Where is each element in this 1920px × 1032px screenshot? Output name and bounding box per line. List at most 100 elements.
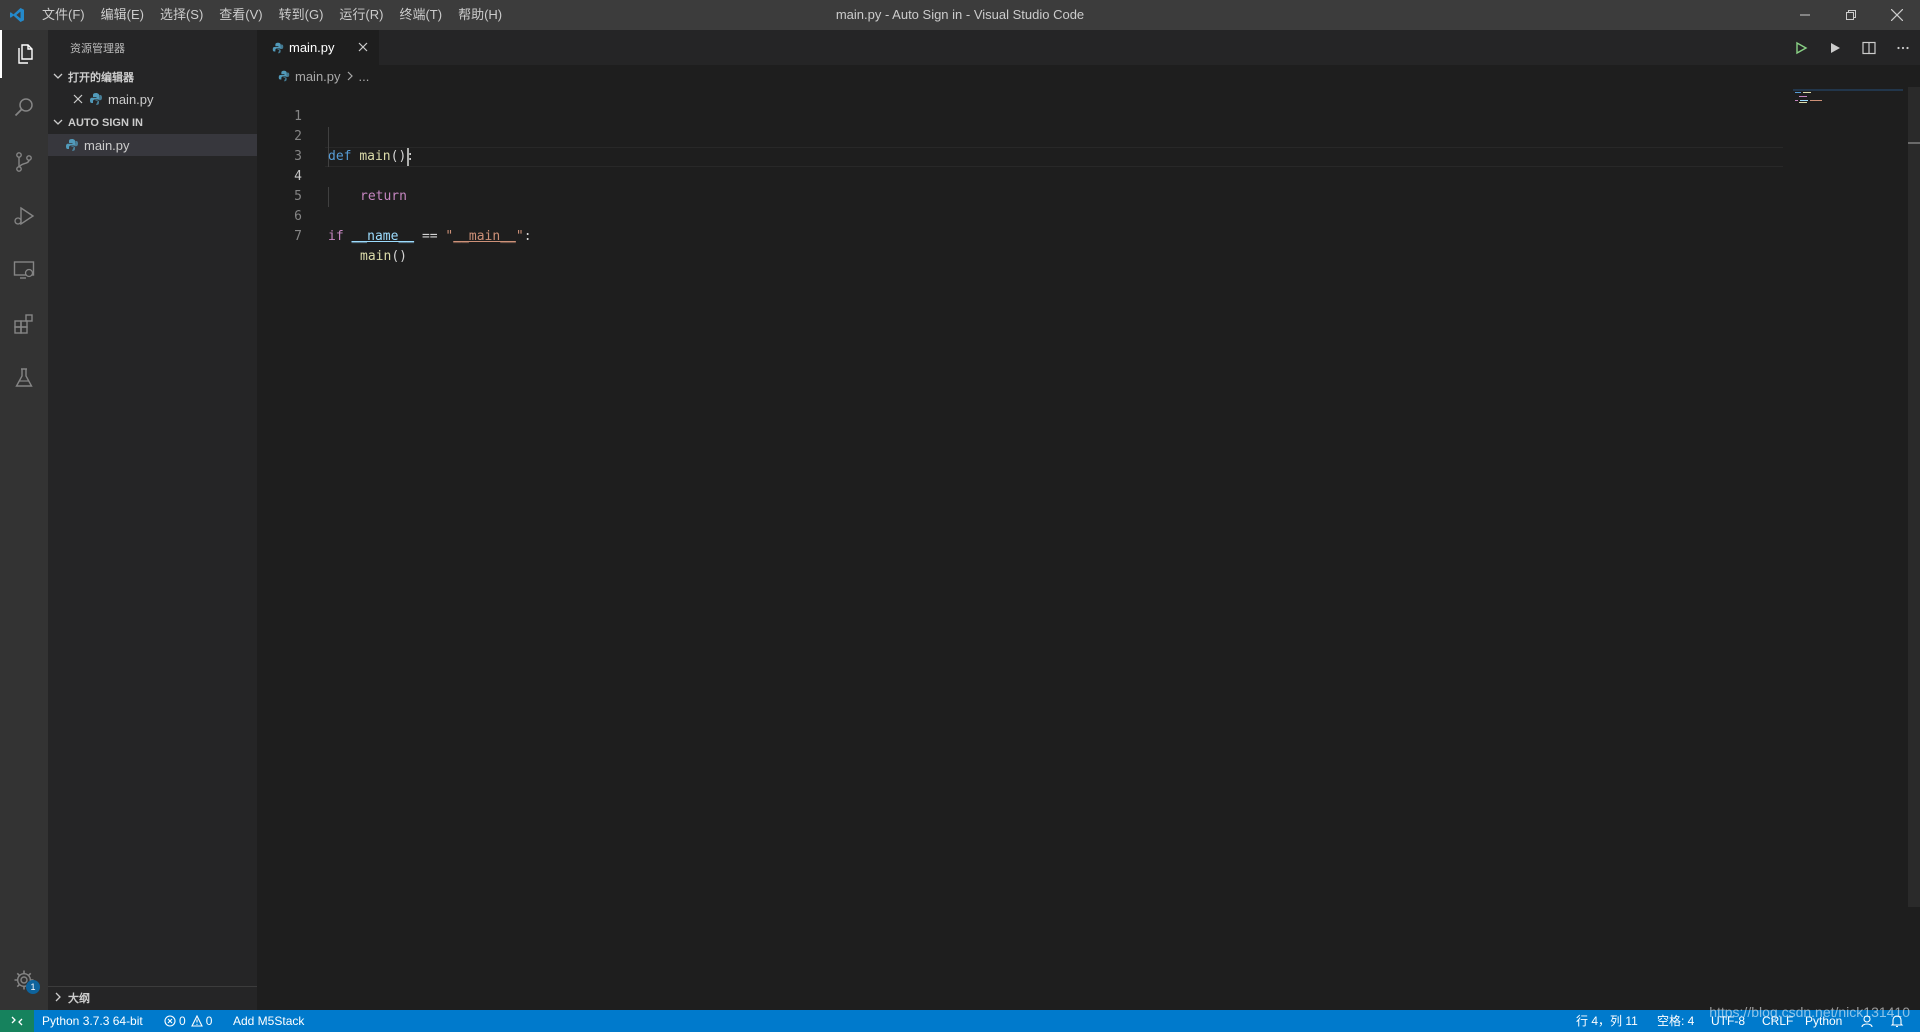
- run-icon: [1796, 41, 1808, 54]
- operator-token: ==: [421, 229, 438, 244]
- tab-label: main.py: [289, 40, 335, 55]
- settings-gear-icon[interactable]: 1: [0, 956, 48, 1004]
- variable-token: __name__: [351, 229, 415, 244]
- function-token: main: [360, 249, 392, 264]
- breadcrumb-file[interactable]: main.py: [295, 69, 341, 84]
- sidebar-title: 资源管理器: [70, 43, 125, 55]
- warning-count: 0: [205, 1014, 213, 1028]
- outline-header[interactable]: 大纲: [48, 986, 257, 1009]
- punctuation-token: (): [391, 249, 407, 264]
- keyword-token: if: [328, 229, 344, 244]
- code-line: 3: [257, 127, 1787, 164]
- split-editor-icon: [1862, 41, 1876, 54]
- vertical-scrollbar[interactable]: [1908, 87, 1920, 907]
- menu-file[interactable]: 文件(F): [34, 0, 93, 30]
- code-line: 5: [257, 167, 1787, 204]
- python-file-icon: [278, 70, 290, 82]
- tab-main-py[interactable]: main.py: [257, 30, 379, 65]
- folder-header[interactable]: AUTO SIGN IN: [48, 112, 257, 134]
- python-file-icon: [272, 42, 284, 53]
- explorer-icon[interactable]: [0, 30, 48, 78]
- remote-indicator-button[interactable]: [0, 1010, 34, 1032]
- folder-label: AUTO SIGN IN: [68, 117, 143, 129]
- remote-explorer-icon[interactable]: [0, 246, 48, 294]
- code-editor[interactable]: 1 2 def main(): 3 4 return 5 6 if __name…: [257, 87, 1920, 1010]
- menu-terminal[interactable]: 终端(T): [391, 0, 450, 30]
- run-code-button[interactable]: [1818, 30, 1852, 65]
- code-text: if __name__ == "__main__":: [328, 227, 532, 247]
- punctuation-token: :: [523, 229, 532, 244]
- breadcrumb: main.py ...: [257, 65, 1920, 87]
- menu-view[interactable]: 查看(V): [211, 0, 270, 30]
- chevron-right-icon: [347, 71, 353, 81]
- source-control-icon[interactable]: [0, 138, 48, 186]
- menu-run[interactable]: 运行(R): [331, 0, 391, 30]
- python-interpreter[interactable]: Python 3.7.3 64-bit: [42, 1010, 143, 1032]
- minimize-icon: [1800, 14, 1810, 16]
- activity-bar: 1: [0, 30, 48, 1010]
- code-line: 2 def main():: [257, 107, 1787, 164]
- code-line: 7 main(): [257, 207, 1787, 264]
- remote-icon: [11, 1016, 23, 1026]
- problems-indicator[interactable]: 0 0: [164, 1010, 212, 1032]
- string-quote-token: ": [515, 229, 524, 244]
- close-icon: [1891, 9, 1903, 21]
- play-icon: [1831, 42, 1840, 53]
- code-line: 4 return: [257, 147, 1787, 204]
- warning-icon: [190, 1015, 203, 1027]
- tab-close-icon[interactable]: [355, 39, 371, 55]
- vscode-logo-icon: [0, 0, 34, 30]
- outline-label: 大纲: [68, 993, 90, 1005]
- search-icon[interactable]: [0, 84, 48, 132]
- explorer-sidebar: 资源管理器 打开的编辑器 main.py AUTO SIGN IN main.p…: [48, 30, 257, 1010]
- overview-ruler-cursor: [1908, 142, 1920, 144]
- chevron-down-icon: [48, 117, 68, 130]
- split-editor-button[interactable]: [1852, 30, 1886, 65]
- menu-help[interactable]: 帮助(H): [450, 0, 510, 30]
- restore-button[interactable]: [1828, 0, 1874, 30]
- indentation[interactable]: 空格: 4: [1657, 1010, 1694, 1032]
- close-editor-icon[interactable]: [70, 94, 86, 104]
- code-text: main(): [360, 247, 407, 267]
- restore-icon: [1846, 10, 1856, 20]
- cursor-position[interactable]: 行 4，列 11: [1576, 1010, 1638, 1032]
- window-controls: [1782, 0, 1920, 30]
- open-editor-item[interactable]: main.py: [48, 88, 257, 110]
- error-icon: [164, 1015, 176, 1027]
- more-actions-button[interactable]: [1886, 30, 1920, 65]
- testing-icon[interactable]: [0, 354, 48, 402]
- chevron-down-icon: [48, 71, 68, 84]
- python-file-icon: [90, 93, 102, 105]
- file-tree-item[interactable]: main.py: [48, 134, 257, 156]
- code-line: 1: [257, 87, 1787, 124]
- run-debug-icon[interactable]: [0, 192, 48, 240]
- chevron-right-icon: [48, 992, 68, 1005]
- open-editors-header[interactable]: 打开的编辑器: [48, 66, 257, 88]
- minimap[interactable]: [1793, 87, 1903, 1010]
- breadcrumb-symbols[interactable]: ...: [359, 69, 370, 84]
- menu-selection[interactable]: 选择(S): [152, 0, 211, 30]
- close-window-button[interactable]: [1874, 0, 1920, 30]
- file-tree-filename: main.py: [84, 137, 130, 153]
- extensions-icon[interactable]: [0, 300, 48, 348]
- ellipsis-icon: [1897, 46, 1909, 49]
- text-cursor: [406, 148, 409, 166]
- menu-bar: 文件(F) 编辑(E) 选择(S) 查看(V) 转到(G) 运行(R) 终端(T…: [34, 0, 510, 30]
- open-editors-label: 打开的编辑器: [68, 72, 134, 84]
- add-m5stack-button[interactable]: Add M5Stack: [233, 1010, 304, 1032]
- python-file-icon: [66, 139, 78, 151]
- editor-actions: [1784, 30, 1920, 65]
- editor-tab-bar: main.py: [257, 30, 1920, 65]
- run-python-file-button[interactable]: [1784, 30, 1818, 65]
- menu-go[interactable]: 转到(G): [271, 0, 332, 30]
- watermark: https://blog.csdn.net/nick131410: [1709, 1004, 1910, 1020]
- error-count: 0: [179, 1014, 186, 1028]
- settings-badge: 1: [26, 980, 40, 994]
- open-editor-filename: main.py: [108, 91, 154, 107]
- string-token: __main__: [453, 229, 516, 244]
- menu-edit[interactable]: 编辑(E): [93, 0, 152, 30]
- title-bar: 文件(F) 编辑(E) 选择(S) 查看(V) 转到(G) 运行(R) 终端(T…: [0, 0, 1920, 30]
- code-line: 6 if __name__ == "__main__":: [257, 187, 1787, 244]
- minimize-button[interactable]: [1782, 0, 1828, 30]
- status-bar: Python 3.7.3 64-bit 0 0 Add M5Stack 行 4，…: [0, 1004, 1920, 1032]
